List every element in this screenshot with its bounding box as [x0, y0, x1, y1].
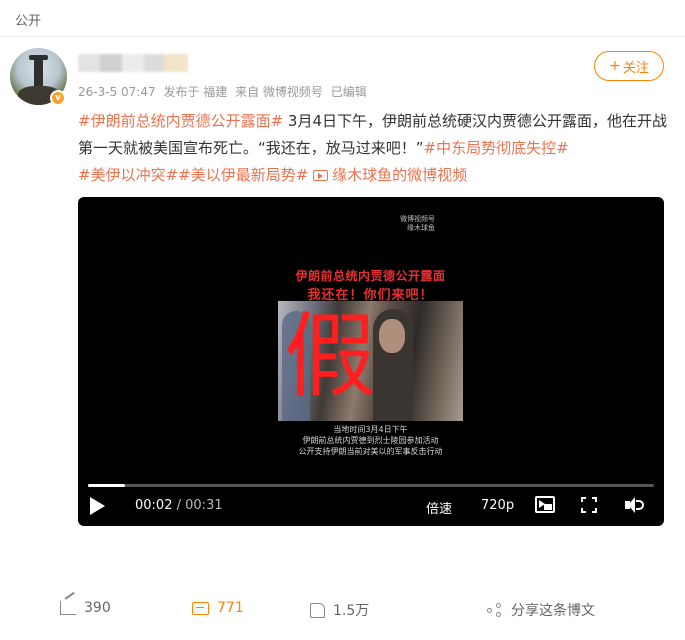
share-icon [60, 601, 76, 615]
username-blurred[interactable] [78, 54, 188, 72]
hashtag-link[interactable]: #伊朗前总统内贾德公开露面# [78, 112, 283, 130]
comment-button[interactable]: 771 [192, 600, 244, 616]
share-count: 390 [84, 600, 111, 616]
time-separator: / [176, 498, 181, 513]
fake-overlay-stamp: 假 [284, 303, 377, 410]
comment-icon [192, 601, 209, 615]
share-button[interactable]: 390 [60, 600, 111, 616]
share-nodes-icon [487, 603, 503, 617]
post-edited-flag[interactable]: 已编辑 [331, 85, 367, 99]
video-controls: 00:02 / 00:31 倍速 720p [78, 493, 664, 521]
video-time: 00:02 / 00:31 [135, 498, 223, 513]
post-actions: 390 771 1.5万 分享这条博文 [0, 598, 685, 626]
post-source[interactable]: 来自 微博视频号 [235, 85, 323, 99]
follow-button[interactable]: + 关注 [594, 51, 664, 81]
caption-line: 伊朗前总统内贾德到烈士陵园参加活动 [302, 436, 439, 445]
caption-line: 公开支持伊朗当前对美以的军事反击行动 [298, 447, 443, 456]
post-text: #伊朗前总统内贾德公开露面# 3月4日下午，伊朗前总统硬汉内贾德公开露面，他在开… [78, 108, 668, 189]
repost-label: 分享这条博文 [511, 603, 595, 619]
repost-button[interactable]: 分享这条博文 [487, 600, 595, 620]
video-progress-bar[interactable] [88, 484, 654, 487]
verified-badge-icon: v [50, 90, 66, 106]
like-count: 1.5万 [333, 603, 370, 619]
comment-count: 771 [217, 600, 244, 616]
playback-speed-button[interactable]: 倍速 [426, 498, 452, 517]
plus-icon: + [609, 58, 621, 74]
video-source-label: 缘木球鱼的微博视频 [332, 166, 468, 184]
video-source-link[interactable]: 缘木球鱼的微博视频 [313, 166, 467, 184]
watermark-line1: 微博视频号 [400, 215, 435, 223]
video-icon [313, 170, 329, 181]
play-icon[interactable] [90, 497, 105, 515]
watermark-line2: 缘木球鱼 [407, 224, 435, 232]
like-button[interactable]: 1.5万 [310, 600, 369, 620]
current-time: 00:02 [135, 498, 173, 513]
post-meta: 26-3-5 07:47 发布于 福建 来自 微博视频号 已编辑 [78, 83, 371, 100]
duration: 00:31 [185, 498, 223, 513]
divider [0, 36, 685, 37]
video-caption: 当地时间3月4日下午 伊朗前总统内贾德到烈士陵园参加活动 公开支持伊朗当前对美以… [278, 424, 463, 457]
volume-icon[interactable] [625, 497, 645, 513]
hashtag-link[interactable]: #中东局势彻底失控# [424, 139, 569, 157]
follow-button-label: 关注 [622, 60, 649, 76]
video-frame: 微博视频号 缘木球鱼 伊朗前总统内贾德公开露面 我还在！你们来吧！ 假 当地时间… [278, 215, 463, 467]
post-location: 发布于 福建 [163, 85, 228, 99]
quality-button[interactable]: 720p [481, 498, 514, 513]
visibility-label: 公开 [15, 14, 42, 29]
video-headline: 伊朗前总统内贾德公开露面 [295, 269, 446, 283]
avatar-tower-graphic [29, 55, 48, 88]
picture-in-picture-icon[interactable] [535, 496, 555, 513]
hashtag-link[interactable]: #美伊以冲突# [78, 166, 178, 184]
fullscreen-icon[interactable] [581, 497, 597, 513]
video-watermark: 微博视频号 缘木球鱼 [400, 215, 435, 233]
video-progress-fill [88, 484, 125, 487]
caption-line: 当地时间3月4日下午 [333, 425, 408, 434]
person-figure [373, 309, 413, 421]
thumbs-up-icon [310, 602, 325, 618]
post-timestamp[interactable]: 26-3-5 07:47 [78, 85, 156, 99]
hashtag-link[interactable]: #美以伊最新局势# [178, 166, 308, 184]
video-player[interactable]: 微博视频号 缘木球鱼 伊朗前总统内贾德公开露面 我还在！你们来吧！ 假 当地时间… [78, 197, 664, 526]
